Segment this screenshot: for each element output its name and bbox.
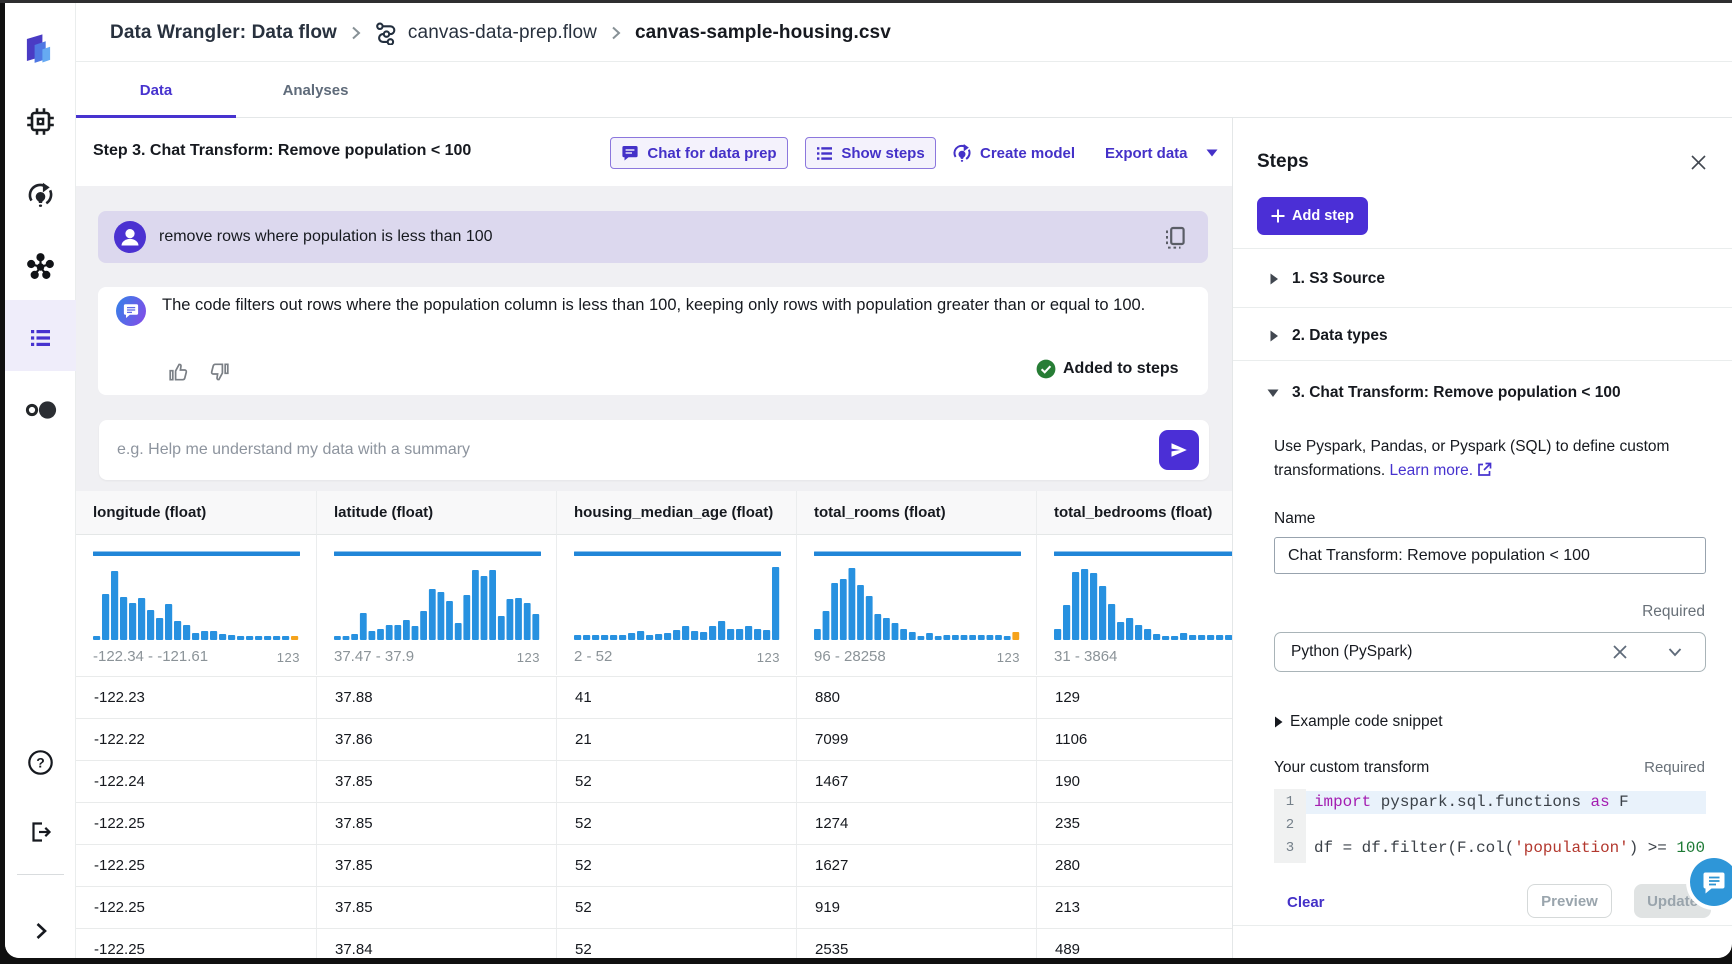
- svg-text:?: ?: [36, 755, 45, 771]
